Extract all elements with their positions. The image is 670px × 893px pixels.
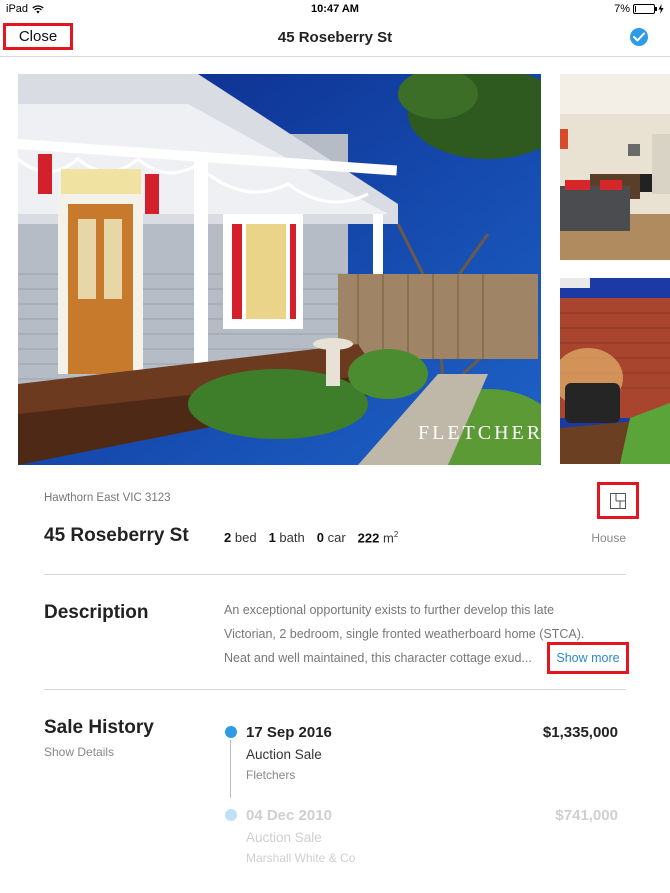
description-line: An exceptional opportunity exists to fur…	[224, 603, 555, 617]
sale-agent: Fletchers	[246, 768, 296, 782]
show-details-link[interactable]: Show Details	[44, 745, 114, 759]
divider	[44, 689, 626, 690]
timeline-dot	[225, 726, 237, 738]
photo-watermark: FLETCHERS	[418, 422, 541, 444]
cars-feature: 0 car	[316, 530, 346, 546]
sale-method: Auction Sale	[246, 747, 322, 762]
clock: 10:47 AM	[311, 3, 359, 15]
battery-icon	[633, 4, 657, 14]
timeline-connector	[230, 740, 231, 798]
main-property-photo[interactable]: FLETCHERS	[18, 74, 541, 465]
property-type: House	[591, 531, 626, 545]
battery-fill	[635, 6, 636, 12]
floorplan-button[interactable]	[597, 482, 639, 519]
battery-status: 7%	[614, 3, 664, 15]
property-features: 2 bed 1 bath 0 car 222 m2	[224, 530, 398, 545]
land-size-feature: 222 m2	[357, 530, 399, 546]
sale-history-heading: Sale History	[44, 717, 154, 738]
sale-method: Auction Sale	[246, 830, 322, 845]
charging-bolt-icon	[658, 4, 664, 14]
floorplan-icon	[610, 493, 626, 509]
status-bar: iPad 10:47 AM 7%	[0, 0, 670, 20]
show-more-link[interactable]: Show more	[547, 642, 629, 674]
thumbnail-photo-living-room[interactable]	[560, 74, 670, 260]
close-button[interactable]: Close	[3, 23, 73, 50]
sale-price: $741,000	[555, 807, 618, 824]
baths-feature: 1 bath	[268, 530, 305, 546]
beds-feature: 2 bed	[224, 530, 257, 546]
thumbnail-photo-backyard[interactable]	[560, 278, 670, 464]
battery-percent: 7%	[614, 3, 630, 15]
checkmark-icon[interactable]	[630, 28, 648, 46]
navigation-bar: Close 45 Roseberry St	[0, 20, 670, 57]
sale-price: $1,335,000	[542, 724, 618, 741]
property-address: 45 Roseberry St	[44, 525, 189, 546]
sale-date: 17 Sep 2016	[246, 724, 332, 741]
suburb-label: Hawthorn East VIC 3123	[44, 492, 171, 504]
divider	[44, 574, 626, 575]
page-title: 45 Roseberry St	[277, 29, 393, 46]
sale-date: 04 Dec 2010	[246, 807, 332, 824]
timeline-dot	[225, 809, 237, 821]
description-heading: Description	[44, 602, 149, 623]
sale-agent: Marshall White & Co	[246, 851, 356, 865]
